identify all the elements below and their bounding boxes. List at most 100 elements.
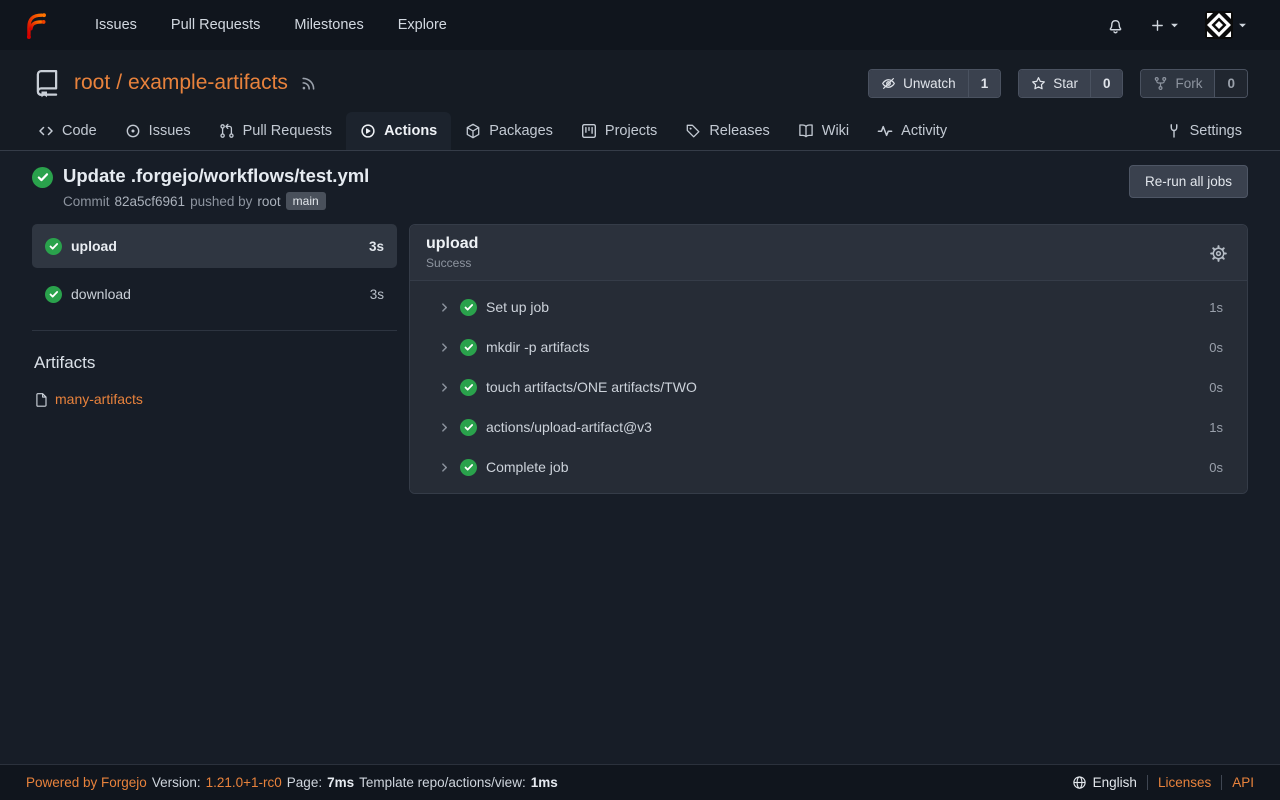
repo-owner-link[interactable]: root xyxy=(74,71,110,94)
tab-wiki[interactable]: Wiki xyxy=(784,112,863,150)
commit-line: Commit 82a5cf6961 pushed by root main xyxy=(63,192,369,210)
job-options-button[interactable] xyxy=(1206,241,1231,266)
commit-author-link[interactable]: root xyxy=(257,194,280,209)
pull-request-icon xyxy=(219,123,235,139)
job-duration: 3s xyxy=(370,287,384,302)
chevron-right-icon xyxy=(438,421,451,434)
page-time-value: 7ms xyxy=(327,775,354,790)
footer-divider xyxy=(1147,775,1148,790)
tag-icon xyxy=(685,123,701,139)
version-link[interactable]: 1.21.0+1-rc0 xyxy=(206,775,282,790)
watch-button-group: Unwatch 1 xyxy=(868,69,1001,98)
tab-code[interactable]: Code xyxy=(24,112,111,150)
pushed-by-label: pushed by xyxy=(190,194,252,209)
page-time-label: Page: xyxy=(287,775,322,790)
bell-icon xyxy=(1107,17,1124,34)
nav-pull-requests[interactable]: Pull Requests xyxy=(154,17,277,33)
rerun-all-jobs-button[interactable]: Re-run all jobs xyxy=(1129,165,1248,198)
tab-projects-label: Projects xyxy=(605,123,657,139)
run-header: Update .forgejo/workflows/test.yml Commi… xyxy=(32,165,1248,210)
user-menu[interactable] xyxy=(1192,11,1260,39)
fork-icon xyxy=(1153,76,1168,91)
watchers-count[interactable]: 1 xyxy=(968,70,1001,97)
step-duration: 1s xyxy=(1209,420,1223,435)
run-title: Update .forgejo/workflows/test.yml xyxy=(63,165,369,187)
branch-badge[interactable]: main xyxy=(286,192,326,210)
globe-icon xyxy=(1072,775,1087,790)
api-link[interactable]: API xyxy=(1232,775,1254,790)
repo-header: root/example-artifacts Unwatch 1 Star xyxy=(0,50,1280,151)
success-check-icon xyxy=(460,379,477,396)
gear-icon xyxy=(1210,245,1227,262)
run-title-block: Update .forgejo/workflows/test.yml Commi… xyxy=(32,165,369,210)
nav-milestones[interactable]: Milestones xyxy=(277,17,380,33)
repo-icon xyxy=(32,68,62,98)
tab-settings[interactable]: Settings xyxy=(1152,112,1256,150)
repo-title-row: root/example-artifacts Unwatch 1 Star xyxy=(0,50,1280,108)
artifact-item: many-artifacts xyxy=(34,391,397,407)
eye-off-icon xyxy=(881,76,896,91)
tab-pull-requests[interactable]: Pull Requests xyxy=(205,112,346,150)
unwatch-button[interactable]: Unwatch xyxy=(869,70,968,97)
step-name: actions/upload-artifact@v3 xyxy=(486,419,652,435)
chevron-right-icon xyxy=(438,381,451,394)
commit-hash-link[interactable]: 82a5cf6961 xyxy=(115,194,186,209)
nav-issues[interactable]: Issues xyxy=(78,17,154,33)
job-name: download xyxy=(71,286,131,302)
forgejo-logo[interactable] xyxy=(20,9,50,41)
tab-activity[interactable]: Activity xyxy=(863,112,961,150)
star-button[interactable]: Star xyxy=(1019,70,1090,97)
fork-button: Fork xyxy=(1141,70,1214,97)
chevron-down-icon xyxy=(1170,21,1179,30)
version-label: Version: xyxy=(152,775,201,790)
tab-projects[interactable]: Projects xyxy=(567,112,671,150)
language-label: English xyxy=(1093,775,1137,790)
artifact-link-many-artifacts[interactable]: many-artifacts xyxy=(55,391,143,407)
chevron-right-icon xyxy=(438,341,451,354)
language-menu[interactable]: English xyxy=(1072,775,1137,790)
fork-button-group: Fork 0 xyxy=(1140,69,1248,98)
plus-icon xyxy=(1150,18,1165,33)
tab-actions-label: Actions xyxy=(384,123,437,139)
job-item-download[interactable]: download 3s xyxy=(32,272,397,316)
code-icon xyxy=(38,123,54,139)
rss-icon xyxy=(300,75,317,92)
star-label: Star xyxy=(1053,76,1078,91)
step-row-setup-job[interactable]: Set up job 1s xyxy=(410,287,1247,327)
tab-issues[interactable]: Issues xyxy=(111,112,205,150)
top-navbar: Issues Pull Requests Milestones Explore xyxy=(0,0,1280,50)
sidebar-divider xyxy=(32,330,397,331)
job-item-upload[interactable]: upload 3s xyxy=(32,224,397,268)
repo-tabs: Code Issues Pull Requests Actions Packag… xyxy=(0,112,1280,151)
book-icon xyxy=(798,123,814,139)
star-icon xyxy=(1031,76,1046,91)
powered-by-link[interactable]: Powered by Forgejo xyxy=(26,775,147,790)
notifications-button[interactable] xyxy=(1094,17,1137,34)
forgejo-logo-icon xyxy=(20,9,50,41)
stars-count[interactable]: 0 xyxy=(1090,70,1123,97)
step-row-mkdir[interactable]: mkdir -p artifacts 0s xyxy=(410,327,1247,367)
run-columns: upload 3s download 3s Artifacts many-art… xyxy=(32,224,1248,494)
success-check-icon xyxy=(460,299,477,316)
chevron-right-icon xyxy=(438,301,451,314)
licenses-link[interactable]: Licenses xyxy=(1158,775,1211,790)
step-row-complete-job[interactable]: Complete job 0s xyxy=(410,447,1247,487)
repo-breadcrumb: root/example-artifacts xyxy=(74,71,288,95)
rss-feed-button[interactable] xyxy=(300,75,317,92)
tab-releases[interactable]: Releases xyxy=(671,112,783,150)
step-row-upload-artifact[interactable]: actions/upload-artifact@v3 1s xyxy=(410,407,1247,447)
artifacts-heading: Artifacts xyxy=(34,353,397,373)
tab-pull-requests-label: Pull Requests xyxy=(243,123,332,139)
step-name: mkdir -p artifacts xyxy=(486,339,589,355)
tab-packages[interactable]: Packages xyxy=(451,112,567,150)
tab-actions[interactable]: Actions xyxy=(346,112,451,150)
step-name: Set up job xyxy=(486,299,549,315)
step-row-touch[interactable]: touch artifacts/ONE artifacts/TWO 0s xyxy=(410,367,1247,407)
repo-name-link[interactable]: example-artifacts xyxy=(128,71,288,94)
nav-explore[interactable]: Explore xyxy=(381,17,464,33)
project-icon xyxy=(581,123,597,139)
create-new-menu[interactable] xyxy=(1137,18,1192,33)
step-duration: 1s xyxy=(1209,300,1223,315)
forks-count[interactable]: 0 xyxy=(1214,70,1247,97)
commit-label: Commit xyxy=(63,194,110,209)
